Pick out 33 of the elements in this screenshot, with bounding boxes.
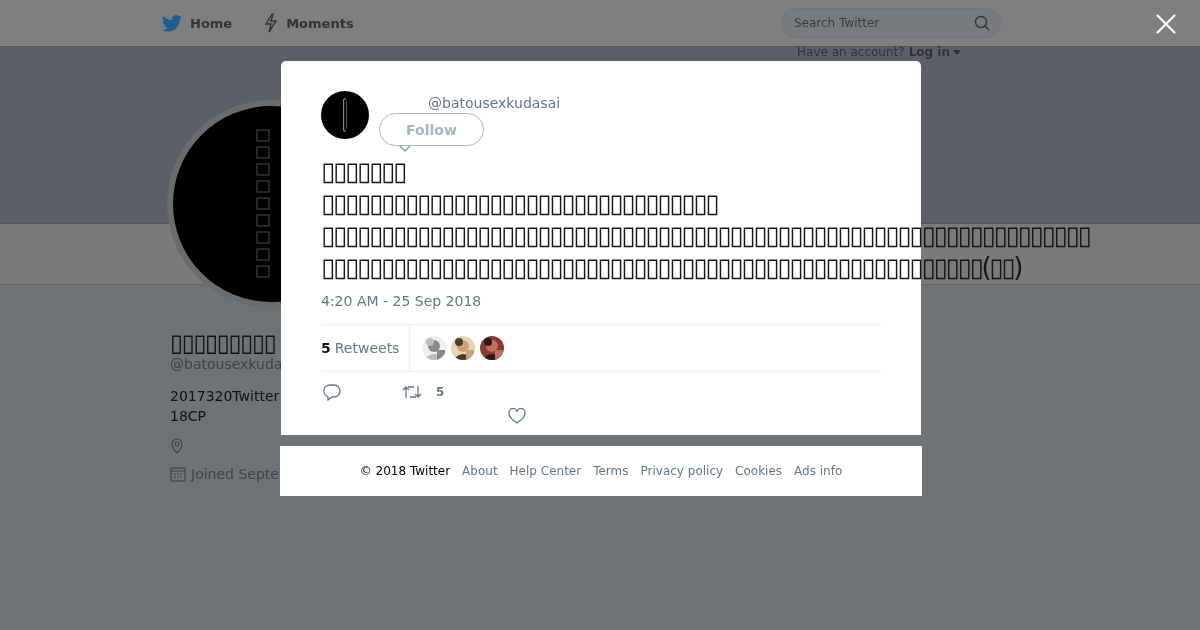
retweet-stat[interactable]: 5 Retweets	[321, 325, 411, 371]
tweet-text-line: ▯▯▯▯▯▯▯	[321, 155, 406, 187]
search-field[interactable]: Search Twitter	[781, 8, 1001, 38]
location-icon	[170, 438, 184, 454]
profile-name: ▯▯▯▯▯▯▯▯▯	[170, 330, 277, 356]
retweet-icon	[402, 384, 422, 400]
tweet-timestamp: 4:20 AM - 25 Sep 2018	[321, 293, 483, 309]
footer-link[interactable]: About	[462, 464, 498, 478]
speech-bubble-icon	[323, 384, 341, 401]
footer-link[interactable]: Ads info	[794, 464, 843, 478]
caret-icon	[952, 49, 961, 55]
chevron-icon[interactable]	[399, 145, 411, 153]
close-button[interactable]	[1154, 12, 1178, 36]
tweet-text-line: ▯▯▯▯▯▯▯▯▯▯▯▯▯▯▯▯▯▯▯▯▯▯▯▯▯▯▯▯▯▯▯▯▯	[321, 187, 718, 219]
heart-icon	[508, 408, 526, 424]
footer-link[interactable]: Cookies	[735, 464, 783, 478]
profile-bio-line: 2017320Twitter	[170, 387, 281, 406]
bird-icon	[162, 14, 182, 32]
reply-button[interactable]	[323, 384, 341, 401]
nav-link[interactable]: Home	[162, 14, 233, 32]
like-button[interactable]	[508, 408, 526, 424]
nav-link[interactable]: Moments	[264, 13, 354, 33]
copyright-text: © 2018 Twitter	[359, 464, 451, 478]
footer-link[interactable]: Help Center	[509, 464, 582, 478]
footer-link[interactable]: Privacy policy	[640, 464, 724, 478]
retweet-button[interactable]: 5	[402, 384, 445, 400]
search-icon	[974, 15, 990, 31]
lightning-icon	[264, 13, 279, 33]
calendar-icon	[170, 466, 186, 482]
profile-bio-line: 18CP	[170, 407, 208, 426]
tweet-author-handle: @batousexkudasai	[428, 95, 561, 111]
footer-link[interactable]: Terms	[593, 464, 629, 478]
close-icon	[1154, 12, 1178, 36]
